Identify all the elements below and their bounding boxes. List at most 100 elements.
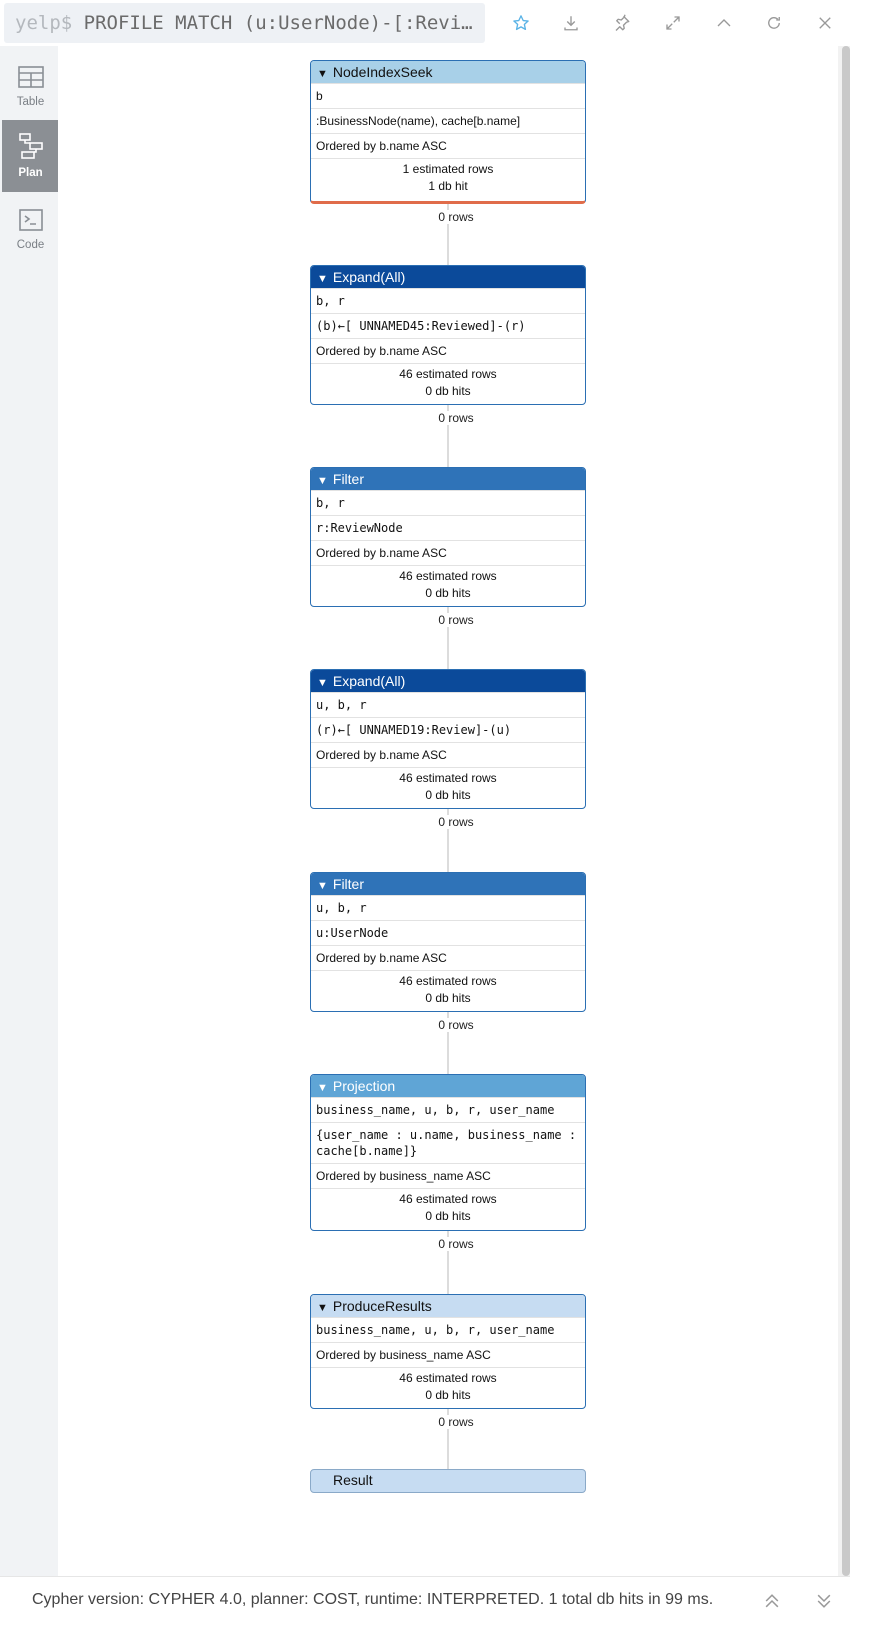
operator-filter[interactable]: ▼ Filter u, b, r u:UserNode Ordered by b.nam…	[310, 872, 586, 1012]
operator-detail: Ordered by business_name ASC	[311, 1163, 585, 1188]
operator-detail: u:UserNode	[311, 920, 585, 945]
operator-detail: u, b, r	[311, 692, 585, 717]
estimated-rows: 46 estimated rows	[399, 771, 497, 785]
collapse-up-icon[interactable]	[709, 9, 739, 37]
rerun-icon[interactable]	[759, 9, 789, 37]
operator-projection[interactable]: ▼ Projection business_name, u, b, r, user_…	[310, 1074, 586, 1231]
collapse-triangle-icon[interactable]: ▼	[317, 672, 328, 694]
sidebar-item-label: Code	[16, 239, 45, 251]
estimated-rows: 1 estimated rows	[402, 162, 494, 176]
operator-detail: Ordered by b.name ASC	[311, 133, 585, 158]
code-icon	[18, 209, 43, 231]
query-editor[interactable]: yelp$ PROFILE MATCH (u:UserNode)-[:Revi…	[4, 3, 485, 43]
star-icon[interactable]	[506, 9, 536, 37]
query-text: PROFILE MATCH (u:UserNode)-[:Revi…	[83, 12, 473, 34]
estimated-rows: 46 estimated rows	[399, 367, 497, 381]
operator-detail: Ordered by b.name ASC	[311, 540, 585, 565]
operator-detail: Ordered by business_name ASC	[311, 1342, 585, 1367]
operator-detail: b, r	[311, 288, 585, 313]
operator-filter[interactable]: ▼ Filter b, r r:ReviewNode Ordered by b.name…	[310, 467, 586, 607]
download-icon[interactable]	[556, 9, 586, 37]
db-hits: 1 db hit	[428, 179, 468, 193]
db-hits: 0 db hits	[425, 1209, 471, 1223]
estimated-rows: 46 estimated rows	[399, 569, 497, 583]
operator-header[interactable]: ▼ NodeIndexSeek	[311, 61, 585, 83]
db-hits: 0 db hits	[425, 384, 471, 398]
estimated-rows: 46 estimated rows	[399, 974, 497, 988]
status-footer: Cypher version: CYPHER 4.0, planner: COS…	[0, 1576, 850, 1626]
collapse-triangle-icon[interactable]: ▼	[317, 268, 328, 290]
operator-header[interactable]: ▼ Filter	[311, 873, 585, 895]
operator-detail: business_name, u, b, r, user_name	[311, 1097, 585, 1122]
output-rows-label: 0 rows	[418, 210, 494, 224]
collapse-triangle-icon[interactable]: ▼	[317, 470, 328, 492]
output-rows-label: 0 rows	[418, 1415, 494, 1429]
operator-detail: :BusinessNode(name), cache[b.name]	[311, 108, 585, 133]
output-rows-label: 0 rows	[418, 815, 494, 829]
expand-icon[interactable]	[658, 9, 688, 37]
operator-detail: {user_name : u.name, business_name : cac…	[311, 1122, 585, 1163]
db-hits: 0 db hits	[425, 991, 471, 1005]
sidebar-item-label: Plan	[18, 167, 43, 179]
operator-name: Filter	[332, 876, 365, 892]
scrollbar-thumb[interactable]	[842, 46, 850, 1576]
operator-header[interactable]: ▼ ProduceResults	[311, 1295, 585, 1317]
expand-all-icon[interactable]	[810, 1587, 838, 1615]
operator-name: Projection	[332, 1078, 396, 1094]
operator-expand-all[interactable]: ▼ Expand(All) u, b, r (r)←[ UNNAMED19:Revie…	[310, 669, 586, 809]
operator-header[interactable]: ▼ Expand(All)	[311, 266, 585, 288]
sidebar-item-table[interactable]: Table	[2, 51, 59, 123]
operator-detail: Ordered by b.name ASC	[311, 338, 585, 363]
operator-header[interactable]: ▼ Expand(All)	[311, 670, 585, 692]
collapse-triangle-icon[interactable]: ▼	[317, 63, 328, 85]
operator-header[interactable]: ▼ Filter	[311, 468, 585, 490]
frame-titlebar: yelp$ PROFILE MATCH (u:UserNode)-[:Revi…	[0, 0, 850, 46]
operator-stats: 46 estimated rows 0 db hits	[311, 565, 585, 605]
operator-expand-all[interactable]: ▼ Expand(All) b, r (b)←[ UNNAMED45:Reviewed…	[310, 265, 586, 405]
operator-name: Expand(All)	[332, 673, 406, 689]
sidebar-item-code[interactable]: Code	[2, 194, 59, 266]
estimated-rows: 46 estimated rows	[399, 1192, 497, 1206]
result-node[interactable]: Result	[310, 1469, 586, 1493]
operator-stats: 46 estimated rows 0 db hits	[311, 363, 585, 403]
operator-detail: Ordered by b.name ASC	[311, 945, 585, 970]
collapse-triangle-icon[interactable]: ▼	[317, 1297, 328, 1319]
collapse-all-icon[interactable]	[758, 1587, 786, 1615]
query-prompt: yelp$	[15, 12, 73, 34]
output-rows-label: 0 rows	[418, 1237, 494, 1251]
table-icon	[17, 66, 44, 88]
operator-name: Expand(All)	[332, 269, 406, 285]
operator-name: ProduceResults	[332, 1298, 432, 1314]
operator-stats: 46 estimated rows 0 db hits	[311, 1367, 585, 1407]
db-hits: 0 db hits	[425, 788, 471, 802]
sidebar-item-label: Table	[16, 96, 45, 108]
operator-produceresults[interactable]: ▼ ProduceResults business_name, u, b, r, u…	[310, 1294, 586, 1409]
plan-summary: Cypher version: CYPHER 4.0, planner: COS…	[32, 1591, 714, 1608]
sidebar-item-plan[interactable]: Plan	[2, 120, 59, 192]
operator-detail: b	[311, 83, 585, 108]
operator-detail: b, r	[311, 490, 585, 515]
output-rows-label: 0 rows	[418, 613, 494, 627]
operator-detail: business_name, u, b, r, user_name	[311, 1317, 585, 1342]
operator-detail: u, b, r	[311, 895, 585, 920]
output-rows-label: 0 rows	[418, 411, 494, 425]
pin-icon[interactable]	[607, 9, 637, 37]
operator-name: NodeIndexSeek	[332, 64, 433, 80]
db-hits: 0 db hits	[425, 586, 471, 600]
operator-name: Filter	[332, 471, 365, 487]
view-sidebar: Table Plan Code	[0, 46, 59, 1576]
operator-nodeindexseek[interactable]: ▼ NodeIndexSeek b:BusinessNode(name), cach…	[310, 60, 586, 204]
operator-header[interactable]: ▼ Projection	[311, 1075, 585, 1097]
estimated-rows: 46 estimated rows	[399, 1371, 497, 1385]
operator-detail: r:ReviewNode	[311, 515, 585, 540]
operator-stats: 1 estimated rows 1 db hit	[311, 158, 585, 198]
operator-detail: (r)←[ UNNAMED19:Review]-(u)	[311, 717, 585, 742]
collapse-triangle-icon[interactable]: ▼	[317, 1077, 328, 1099]
operator-detail: Ordered by b.name ASC	[311, 742, 585, 767]
collapse-triangle-icon[interactable]: ▼	[317, 875, 328, 897]
operator-detail: (b)←[ UNNAMED45:Reviewed]-(r)	[311, 313, 585, 338]
db-hits: 0 db hits	[425, 1388, 471, 1402]
plan-icon	[18, 133, 43, 159]
output-rows-label: 0 rows	[418, 1018, 494, 1032]
close-icon[interactable]	[810, 9, 840, 37]
